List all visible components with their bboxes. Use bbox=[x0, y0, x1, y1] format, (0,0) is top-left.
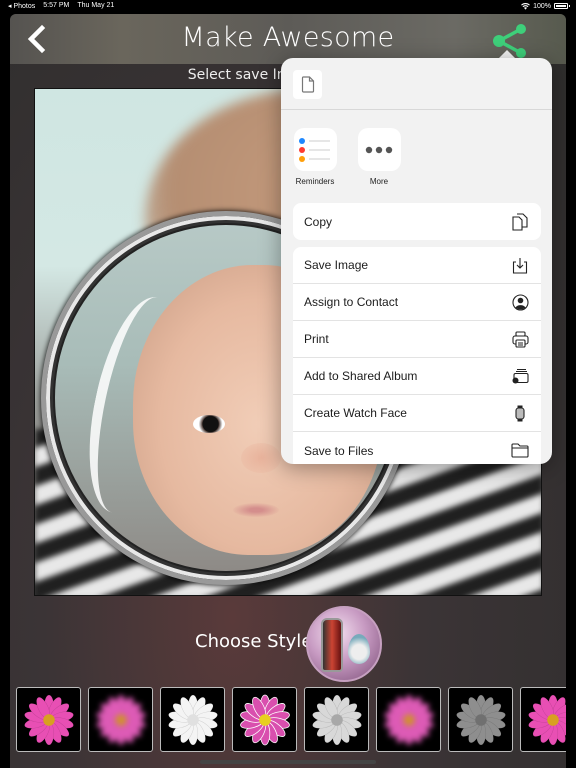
filter-thumbnail-light-gray[interactable] bbox=[304, 687, 369, 752]
bottle-frame-icon bbox=[321, 618, 343, 672]
filter-thumbnail-blur[interactable] bbox=[88, 687, 153, 752]
app-reminders[interactable]: Reminders bbox=[293, 128, 337, 186]
action-label: Save Image bbox=[304, 258, 369, 272]
share-sheet: Reminders More Copy Save Image Assign to… bbox=[281, 58, 552, 464]
drop-frame-icon bbox=[348, 634, 370, 664]
flower-icon bbox=[168, 694, 218, 746]
filter-strip bbox=[16, 687, 566, 753]
contact-icon bbox=[510, 292, 530, 312]
app-label: More bbox=[369, 177, 389, 186]
action-assign-to-contact[interactable]: Assign to Contact bbox=[293, 284, 541, 321]
share-apps-row: Reminders More bbox=[293, 128, 401, 186]
home-indicator[interactable] bbox=[200, 760, 376, 764]
navigation-bar: Make Awesome bbox=[10, 14, 566, 64]
choose-style-button[interactable] bbox=[306, 606, 382, 682]
filter-thumbnail-soft-blur[interactable] bbox=[376, 687, 441, 752]
action-print[interactable]: Print bbox=[293, 321, 541, 358]
filter-thumbnail-white[interactable] bbox=[160, 687, 225, 752]
back-to-app-link[interactable]: ◂ Photos bbox=[8, 2, 35, 10]
flower-icon bbox=[24, 694, 74, 746]
status-date: Thu May 21 bbox=[77, 2, 115, 9]
filter-thumbnail-original[interactable] bbox=[16, 687, 81, 752]
reminders-icon bbox=[293, 128, 337, 171]
action-create-watch-face[interactable]: Create Watch Face bbox=[293, 395, 541, 432]
page-title: Make Awesome bbox=[181, 22, 395, 53]
more-icon bbox=[357, 128, 401, 171]
flower-icon bbox=[384, 694, 434, 746]
share-sheet-header bbox=[281, 58, 552, 110]
copy-icon bbox=[510, 212, 530, 232]
flower-icon bbox=[96, 694, 146, 746]
app-label: Reminders bbox=[295, 177, 335, 186]
battery-icon bbox=[554, 3, 570, 9]
action-add-to-shared-album[interactable]: Add to Shared Album bbox=[293, 358, 541, 395]
folder-icon bbox=[510, 441, 530, 461]
action-label: Add to Shared Album bbox=[304, 369, 418, 383]
battery-percent: 100% bbox=[533, 2, 551, 10]
action-label: Assign to Contact bbox=[304, 295, 399, 309]
watch-icon bbox=[510, 403, 530, 423]
shared-album-icon bbox=[510, 366, 530, 386]
filter-thumbnail-grayscale[interactable] bbox=[448, 687, 513, 752]
flower-icon bbox=[456, 694, 506, 746]
printer-icon bbox=[510, 329, 530, 349]
status-time: 5:57 PM bbox=[43, 2, 70, 9]
filter-thumbnail-sketch-color[interactable] bbox=[232, 687, 297, 752]
flower-icon bbox=[312, 694, 362, 746]
action-label: Print bbox=[304, 332, 329, 346]
choose-style-label: Choose Style bbox=[195, 631, 313, 652]
mouth bbox=[233, 503, 279, 517]
action-label: Save to Files bbox=[304, 443, 374, 458]
filter-thumbnail-vivid[interactable] bbox=[520, 687, 566, 752]
copy-group: Copy bbox=[293, 203, 541, 240]
app-more[interactable]: More bbox=[357, 128, 401, 186]
action-label: Create Watch Face bbox=[304, 406, 407, 420]
action-label: Copy bbox=[304, 214, 333, 229]
flower-icon bbox=[528, 694, 566, 746]
wifi-icon bbox=[521, 2, 530, 10]
actions-group: Save Image Assign to Contact Print Add t… bbox=[293, 247, 541, 464]
document-icon bbox=[293, 70, 322, 99]
save-image-icon bbox=[510, 255, 530, 275]
action-copy[interactable]: Copy bbox=[293, 203, 541, 240]
nose bbox=[241, 443, 281, 473]
left-eye bbox=[193, 415, 225, 433]
status-bar: ◂ Photos 5:57 PM Thu May 21 100% bbox=[0, 0, 576, 12]
flower-icon bbox=[240, 694, 290, 746]
action-save-image[interactable]: Save Image bbox=[293, 247, 541, 284]
action-save-to-files[interactable]: Save to Files bbox=[293, 432, 541, 464]
